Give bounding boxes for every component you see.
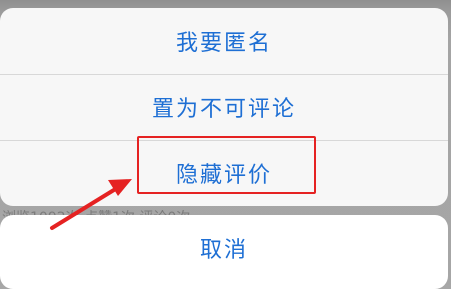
hide-review-option[interactable]: 隐藏评价 bbox=[0, 140, 448, 206]
action-sheet: 我要匿名 置为不可评论 隐藏评价 bbox=[0, 8, 448, 206]
anonymous-option[interactable]: 我要匿名 bbox=[0, 8, 448, 74]
cancel-button[interactable]: 取消 bbox=[0, 215, 448, 289]
cancel-label: 取消 bbox=[199, 238, 248, 263]
disable-comments-option[interactable]: 置为不可评论 bbox=[0, 74, 448, 140]
